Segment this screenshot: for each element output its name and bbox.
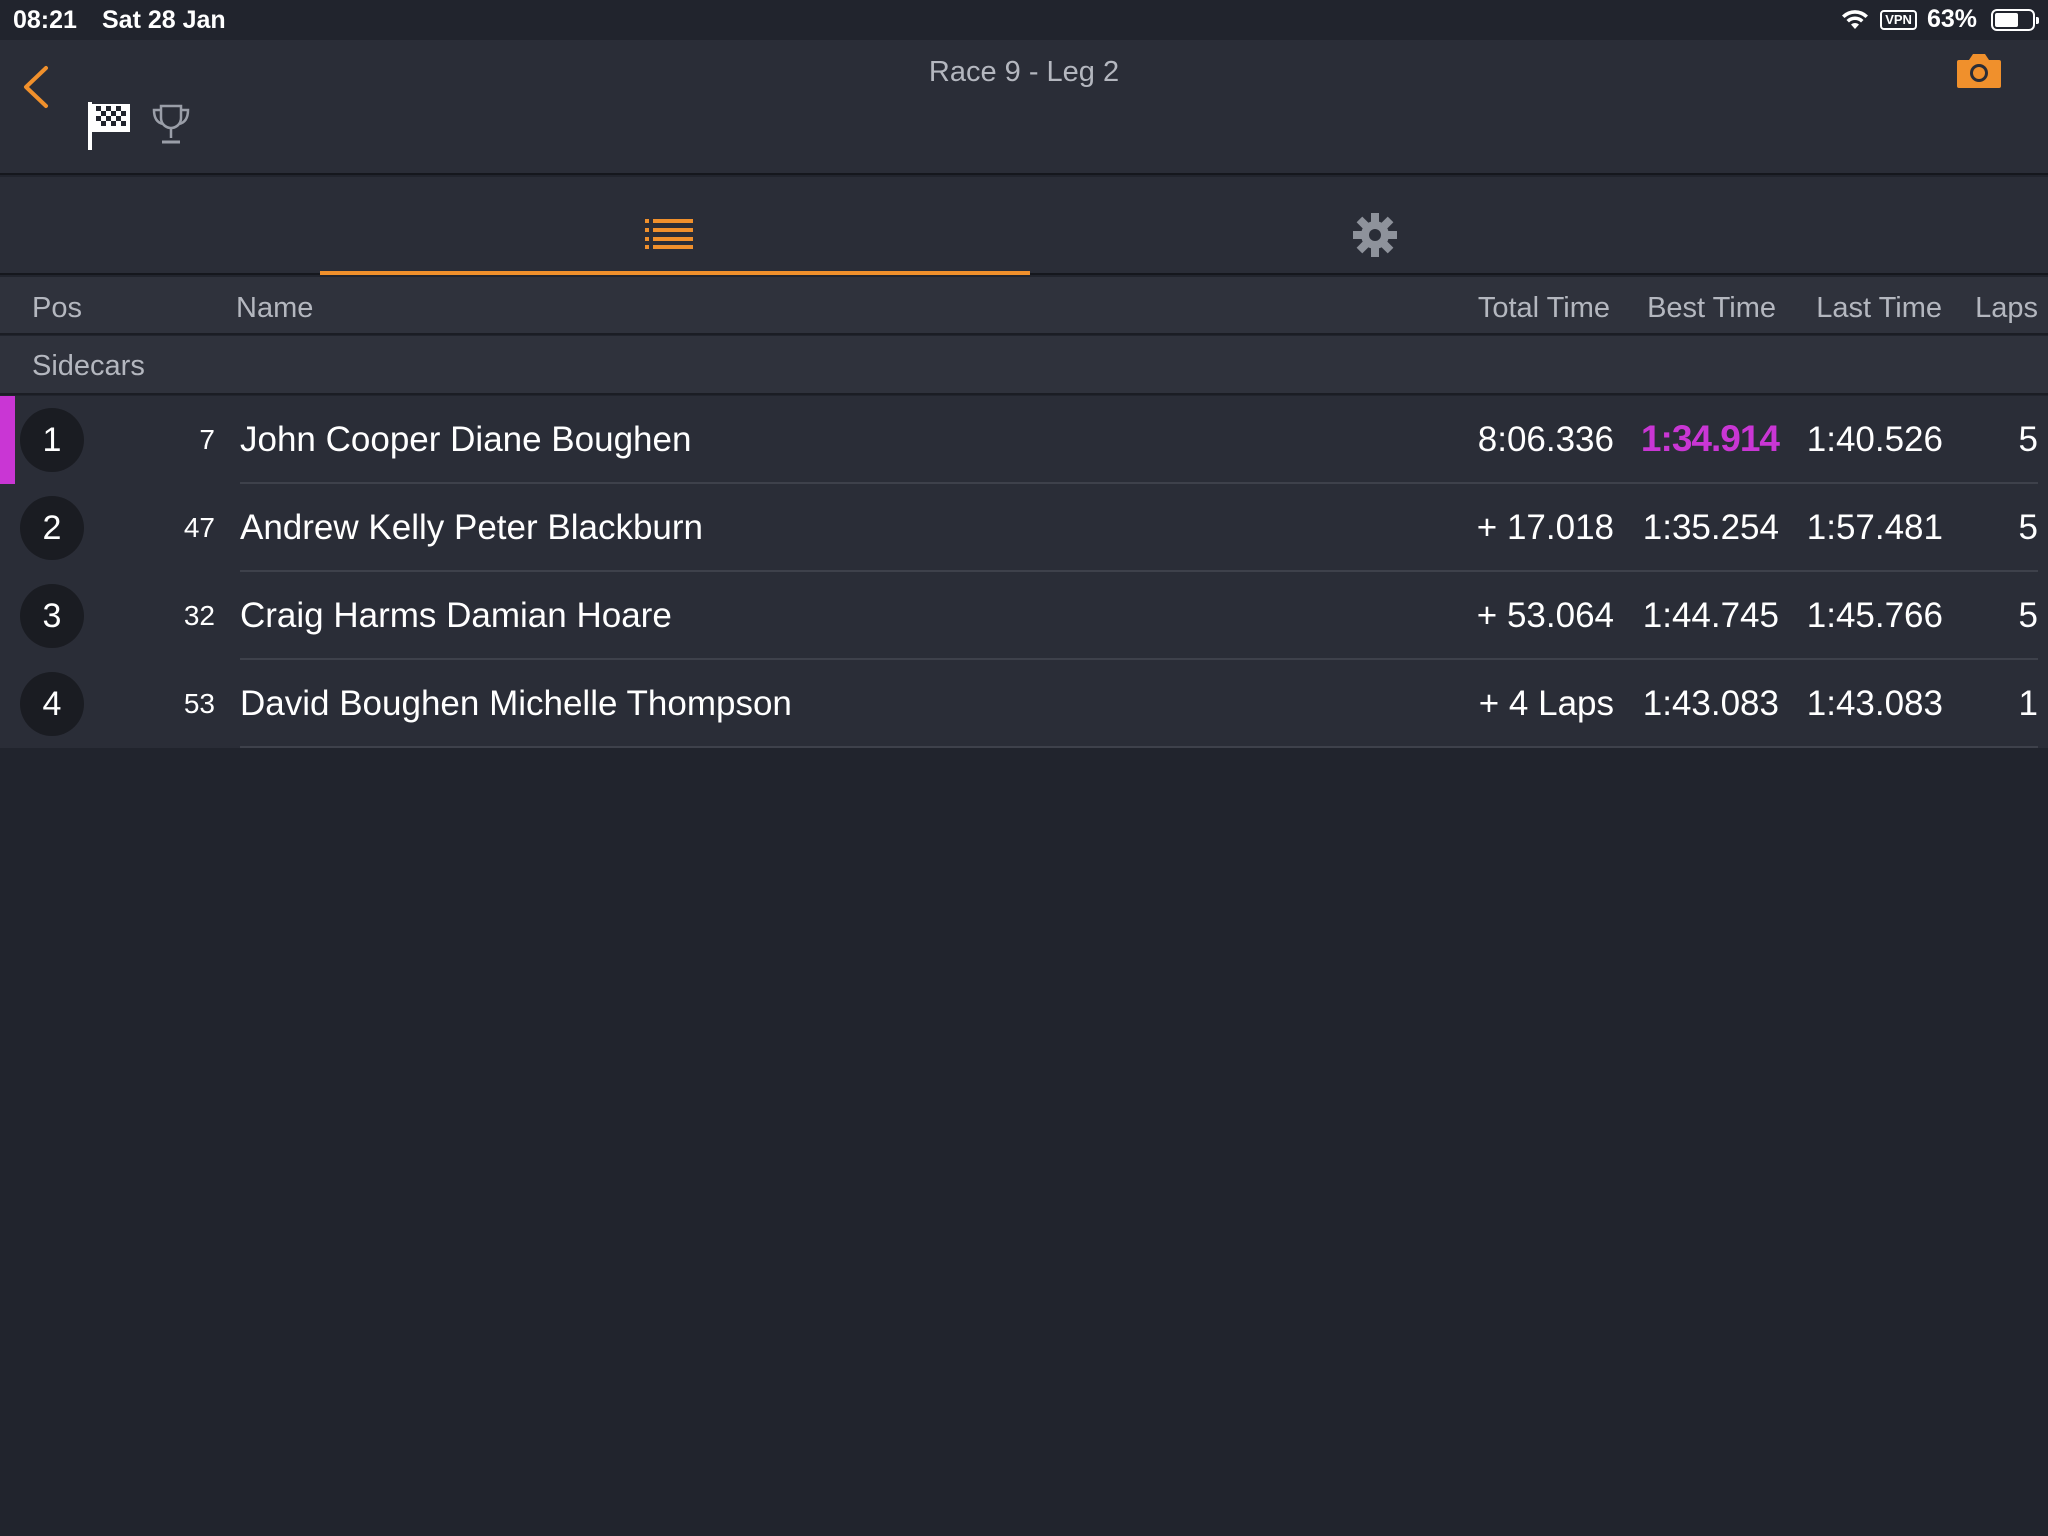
header-laps[interactable]: Laps: [1975, 292, 2038, 325]
last-time: 1:43.083: [1806, 684, 1943, 723]
nav-bar: Race 9 - Leg 2: [0, 40, 2048, 175]
screen: 08:21 Sat 28 Jan VPN 63% Race 9 - Leg 2: [0, 0, 2048, 1536]
header-name[interactable]: Name: [236, 292, 313, 325]
last-time: 1:57.481: [1806, 508, 1943, 547]
laps: 5: [2018, 596, 2038, 635]
race-number: 53: [183, 688, 215, 719]
tab-results[interactable]: [320, 177, 1030, 275]
competitor-name: David Boughen Michelle Thompson: [240, 684, 792, 723]
list-icon: [645, 219, 693, 249]
total-time: 8:06.336: [1477, 420, 1614, 459]
battery-cap: [2036, 16, 2039, 24]
results-list: 1 7 John Cooper Diane Boughen 8:06.336 1…: [0, 396, 2048, 748]
header-pos[interactable]: Pos: [32, 292, 82, 325]
position-badge: 1: [20, 408, 84, 472]
checkered-flag-icon[interactable]: [86, 100, 132, 152]
vpn-badge: VPN: [1880, 9, 1917, 30]
status-indicators: VPN 63%: [1840, 5, 2039, 34]
camera-button[interactable]: [1955, 50, 2003, 92]
best-time: 1:35.254: [1642, 508, 1779, 547]
race-number: 32: [183, 600, 215, 631]
best-time: 1:43.083: [1642, 684, 1779, 723]
last-time: 1:45.766: [1806, 596, 1943, 635]
result-row[interactable]: 4 53 David Boughen Michelle Thompson + 4…: [0, 660, 2048, 748]
wifi-icon: [1842, 9, 1869, 29]
battery-icon: [1991, 8, 2039, 31]
total-time: + 4 Laps: [1478, 684, 1614, 723]
tab-settings[interactable]: [1030, 177, 1720, 275]
best-time: 1:34.914: [1640, 418, 1780, 459]
status-bar: 08:21 Sat 28 Jan VPN 63%: [0, 0, 2048, 40]
last-time: 1:40.526: [1806, 420, 1943, 459]
competitor-name: John Cooper Diane Boughen: [240, 420, 692, 459]
trophy-icon[interactable]: [150, 102, 192, 148]
laps: 5: [2018, 420, 2038, 459]
total-time: + 17.018: [1476, 508, 1614, 547]
result-row[interactable]: 3 32 Craig Harms Damian Hoare + 53.064 1…: [0, 572, 2048, 660]
leader-indicator: [0, 396, 15, 484]
race-number: 7: [199, 424, 215, 455]
page-title: Race 9 - Leg 2: [928, 56, 1120, 88]
tab-bar: [0, 177, 2048, 275]
results-header: Pos Name Total Time Best Time Last Time …: [0, 277, 2048, 335]
laps: 1: [2018, 684, 2038, 723]
battery-percent: 63%: [1926, 5, 1977, 33]
row-divider: [240, 746, 2038, 748]
status-time: 08:21: [13, 6, 77, 34]
status-date: Sat 28 Jan: [102, 6, 226, 34]
camera-icon: [1957, 54, 2001, 88]
competitor-name: Craig Harms Damian Hoare: [240, 596, 672, 635]
competitor-name: Andrew Kelly Peter Blackburn: [240, 508, 703, 547]
header-total-time[interactable]: Total Time: [1478, 292, 1610, 325]
best-time: 1:44.745: [1642, 596, 1779, 635]
position-badge: 3: [20, 584, 84, 648]
class-group-label: Sidecars: [32, 350, 145, 382]
total-time: + 53.064: [1476, 596, 1614, 635]
result-row[interactable]: 2 47 Andrew Kelly Peter Blackburn + 17.0…: [0, 484, 2048, 572]
header-best-time[interactable]: Best Time: [1647, 292, 1776, 325]
position-badge: 2: [20, 496, 84, 560]
race-number: 47: [183, 512, 215, 543]
laps: 5: [2018, 508, 2038, 547]
battery-level: [1995, 12, 2018, 27]
result-row[interactable]: 1 7 John Cooper Diane Boughen 8:06.336 1…: [0, 396, 2048, 484]
gear-icon: [1353, 213, 1397, 257]
position-badge: 4: [20, 672, 84, 736]
class-group-header: Sidecars: [0, 336, 2048, 395]
header-last-time[interactable]: Last Time: [1816, 292, 1942, 325]
